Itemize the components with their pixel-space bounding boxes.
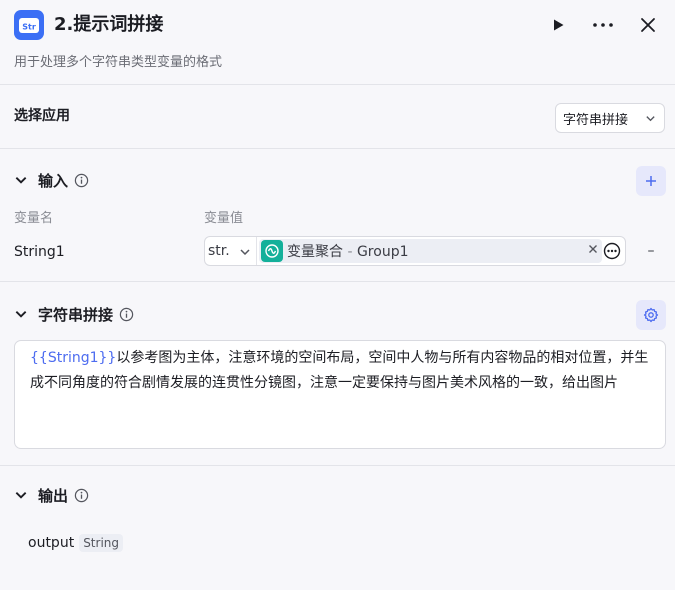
minus-icon: –: [647, 243, 655, 259]
variable-value-field[interactable]: str. 变量聚合 - Group1: [204, 236, 626, 266]
template-text: 以参考图为主体，注意环境的空间布局，空间中人物与所有内容物品的相对位置，并生成不…: [30, 350, 649, 391]
run-button[interactable]: [543, 10, 573, 40]
divider: [0, 84, 675, 85]
concat-section-header[interactable]: 字符串拼接: [14, 302, 134, 326]
input-section-header[interactable]: 输入: [14, 168, 89, 192]
select-app-label: 选择应用: [14, 108, 70, 124]
reference-label: 变量聚合 - Group1: [287, 244, 409, 260]
concat-template-editor[interactable]: {{String1}}以参考图为主体，注意环境的空间布局，空间中人物与所有内容物…: [14, 340, 666, 449]
close-icon: [641, 18, 655, 32]
output-name: output: [28, 535, 75, 551]
variable-type-select[interactable]: str.: [205, 237, 257, 265]
more-button[interactable]: [588, 10, 618, 40]
string-node-logo: Str: [14, 10, 44, 40]
column-header-name: 变量名: [14, 211, 54, 226]
variable-reference-tag[interactable]: 变量聚合 - Group1: [259, 239, 602, 263]
concat-settings-button[interactable]: [636, 300, 666, 330]
output-type-badge: String: [79, 534, 123, 552]
chevron-down-icon: [646, 116, 655, 122]
input-section-title: 输入: [38, 171, 69, 190]
column-header-value: 变量值: [204, 211, 244, 226]
info-icon[interactable]: [74, 488, 89, 503]
output-section-header[interactable]: 输出: [14, 483, 89, 507]
template-variable-reference[interactable]: {{String1}}: [30, 350, 116, 366]
play-icon: [554, 19, 564, 31]
string-icon: Str: [19, 18, 39, 33]
output-variable: output String: [28, 534, 123, 552]
chevron-down-icon: [15, 311, 27, 318]
more-icon: [593, 23, 613, 27]
divider: [0, 148, 675, 149]
node-header: Str 2.提示词拼接: [0, 0, 675, 50]
node-description: 用于处理多个字符串类型变量的格式: [14, 55, 223, 70]
plus-icon: [646, 176, 656, 186]
clear-reference-icon[interactable]: [588, 244, 598, 254]
close-button[interactable]: [633, 10, 663, 40]
node-title: 2.提示词拼接: [54, 14, 164, 35]
variable-picker-icon[interactable]: [602, 241, 622, 261]
gear-icon: [643, 307, 659, 323]
variable-aggregate-icon: [261, 240, 283, 262]
output-section-title: 输出: [38, 486, 69, 505]
variable-name: String1: [14, 244, 65, 260]
add-variable-button[interactable]: [636, 166, 666, 196]
remove-variable-button[interactable]: –: [642, 241, 660, 261]
app-select-value: 字符串拼接: [563, 112, 629, 128]
app-select-dropdown[interactable]: 字符串拼接: [555, 103, 665, 133]
chevron-down-icon: [15, 177, 27, 184]
chevron-down-icon: [240, 249, 250, 256]
info-icon[interactable]: [119, 307, 134, 322]
concat-section-title: 字符串拼接: [38, 305, 114, 324]
divider: [0, 465, 675, 466]
info-icon[interactable]: [74, 173, 89, 188]
svg-text:Str: Str: [22, 23, 36, 32]
variable-type-value: str.: [208, 243, 230, 259]
chevron-down-icon: [15, 492, 27, 499]
divider: [0, 281, 675, 282]
